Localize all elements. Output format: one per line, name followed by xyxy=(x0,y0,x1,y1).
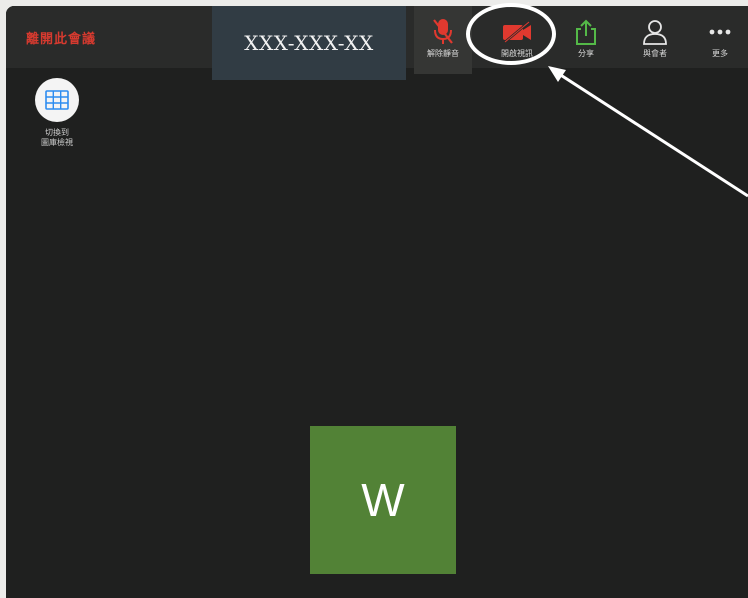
participant-initial: W xyxy=(361,474,405,526)
meeting-toolbar: 離開此會議 XXX-XXX-XX 解除靜音 開啟視訊 分享 與會者 更多 xyxy=(6,6,748,80)
gallery-toggle-label: 切換到 圖庫檢視 xyxy=(41,128,73,147)
video-off-icon xyxy=(501,18,533,46)
more-button[interactable]: 更多 xyxy=(696,6,744,68)
unmute-button[interactable]: 解除靜音 xyxy=(414,6,472,74)
more-label: 更多 xyxy=(712,49,728,58)
start-video-label: 開啟視訊 xyxy=(501,49,533,58)
meeting-screen: 離開此會議 XXX-XXX-XX 解除靜音 開啟視訊 分享 與會者 更多 切換到… xyxy=(6,6,748,598)
leave-meeting-label: 離開此會議 xyxy=(26,31,97,47)
meeting-id-display: XXX-XXX-XX xyxy=(212,6,406,80)
meeting-id-text: XXX-XXX-XX xyxy=(244,31,374,55)
microphone-muted-icon xyxy=(431,18,455,46)
more-dots-icon xyxy=(708,18,732,46)
start-video-button[interactable]: 開啟視訊 xyxy=(486,6,548,68)
unmute-label: 解除靜音 xyxy=(427,49,459,58)
participants-label: 與會者 xyxy=(643,49,667,58)
participants-icon xyxy=(641,18,669,46)
leave-meeting-button[interactable]: 離開此會議 xyxy=(6,6,212,68)
participant-avatar-tile: W xyxy=(310,426,456,574)
gallery-toggle-circle xyxy=(35,78,79,122)
participants-button[interactable]: 與會者 xyxy=(628,6,682,68)
share-button[interactable]: 分享 xyxy=(562,6,610,68)
share-label: 分享 xyxy=(578,49,594,58)
grid-icon xyxy=(45,90,69,110)
switch-to-gallery-view-button[interactable]: 切換到 圖庫檢視 xyxy=(28,78,86,148)
share-upload-icon xyxy=(573,18,599,46)
